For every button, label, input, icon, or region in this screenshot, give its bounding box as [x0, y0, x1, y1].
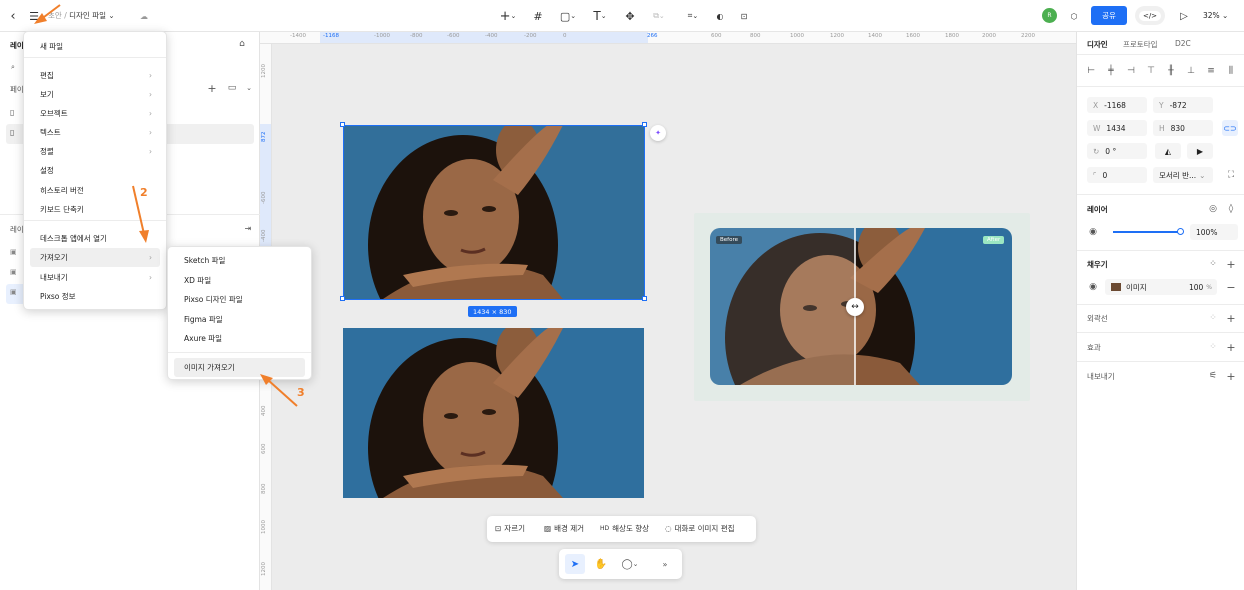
- constrain-proportions-icon[interactable]: ⊂⊃: [1222, 120, 1238, 136]
- properties-panel: 디자인 프로토타입 D2C ⊢ ╪ ⊣ ⊤ ╫ ⊥ ≡ ⫼ X -1168 Y -8…: [1076, 32, 1244, 590]
- align-bottom-icon[interactable]: ⊥: [1185, 66, 1197, 76]
- align-h-center-icon[interactable]: ╪: [1105, 66, 1117, 76]
- tab-design[interactable]: 디자인: [1087, 39, 1108, 50]
- tutorial-annotations: [34, 4, 298, 407]
- blend-mode-icon[interactable]: ◎: [1207, 203, 1219, 215]
- tab-prototype[interactable]: 프로토타입: [1123, 39, 1158, 50]
- distribute-icon[interactable]: ≡: [1205, 66, 1217, 76]
- add-stroke-icon[interactable]: +: [1225, 312, 1237, 325]
- divider: [1077, 304, 1244, 305]
- rotation-field[interactable]: ↻ 0 °: [1087, 143, 1147, 159]
- width-field[interactable]: W 1434: [1087, 120, 1147, 136]
- eye-icon[interactable]: ◉: [1087, 227, 1099, 237]
- export-section-title: 내보내기: [1087, 372, 1115, 381]
- align-left-icon[interactable]: ⊢: [1085, 66, 1097, 76]
- opacity-field[interactable]: 100%: [1190, 224, 1238, 240]
- step-3-label: 3: [297, 386, 305, 399]
- drop-icon[interactable]: ◊: [1225, 203, 1237, 215]
- flip-vertical-icon[interactable]: ▶: [1187, 143, 1213, 159]
- divider: [1077, 54, 1244, 55]
- styles-icon[interactable]: ⁘: [1207, 341, 1219, 353]
- fill-section-title: 채우기: [1087, 260, 1108, 269]
- corner-radius-field[interactable]: ⌜ 0: [1087, 167, 1147, 183]
- independent-corners-icon[interactable]: ⛶: [1225, 169, 1237, 181]
- step-2-label: 2: [140, 186, 148, 199]
- x-field[interactable]: X -1168: [1087, 97, 1147, 113]
- height-field[interactable]: H 830: [1153, 120, 1213, 136]
- styles-icon[interactable]: ⁘: [1207, 258, 1219, 270]
- divider: [1077, 250, 1244, 251]
- effect-section-title: 효과: [1087, 343, 1101, 352]
- opacity-slider[interactable]: [1113, 231, 1181, 233]
- align-right-icon[interactable]: ⊣: [1125, 66, 1137, 76]
- divider: [1077, 361, 1244, 362]
- export-settings-icon[interactable]: ⚟: [1207, 370, 1219, 382]
- flip-horizontal-icon[interactable]: ◭: [1155, 143, 1181, 159]
- tab-d2c[interactable]: D2C: [1175, 39, 1191, 48]
- align-v-center-icon[interactable]: ╫: [1165, 66, 1177, 76]
- add-fill-icon[interactable]: +: [1225, 258, 1237, 271]
- corner-icon: ⌜: [1093, 170, 1097, 180]
- divider: [1077, 332, 1244, 333]
- distribute-v-icon[interactable]: ⫼: [1225, 66, 1237, 76]
- opacity-slider-thumb[interactable]: [1177, 228, 1184, 235]
- rotate-icon: ↻: [1093, 146, 1100, 156]
- align-top-icon[interactable]: ⊤: [1145, 66, 1157, 76]
- fill-row[interactable]: 이미지 100 %: [1105, 279, 1217, 295]
- remove-fill-icon[interactable]: −: [1225, 281, 1237, 294]
- layer-section-title: 레이어: [1087, 205, 1108, 214]
- add-effect-icon[interactable]: +: [1225, 341, 1237, 354]
- divider: [1077, 86, 1244, 87]
- add-export-icon[interactable]: +: [1225, 370, 1237, 383]
- chevron-down-icon: ⌄: [1199, 170, 1206, 180]
- corner-select[interactable]: 모서리 반... ⌄: [1153, 167, 1213, 183]
- image-thumbnail: [1111, 283, 1121, 291]
- styles-icon[interactable]: ⁘: [1207, 312, 1219, 324]
- stroke-section-title: 외곽선: [1087, 314, 1108, 323]
- y-field[interactable]: Y -872: [1153, 97, 1213, 113]
- divider: [1077, 194, 1244, 195]
- eye-icon[interactable]: ◉: [1087, 282, 1099, 292]
